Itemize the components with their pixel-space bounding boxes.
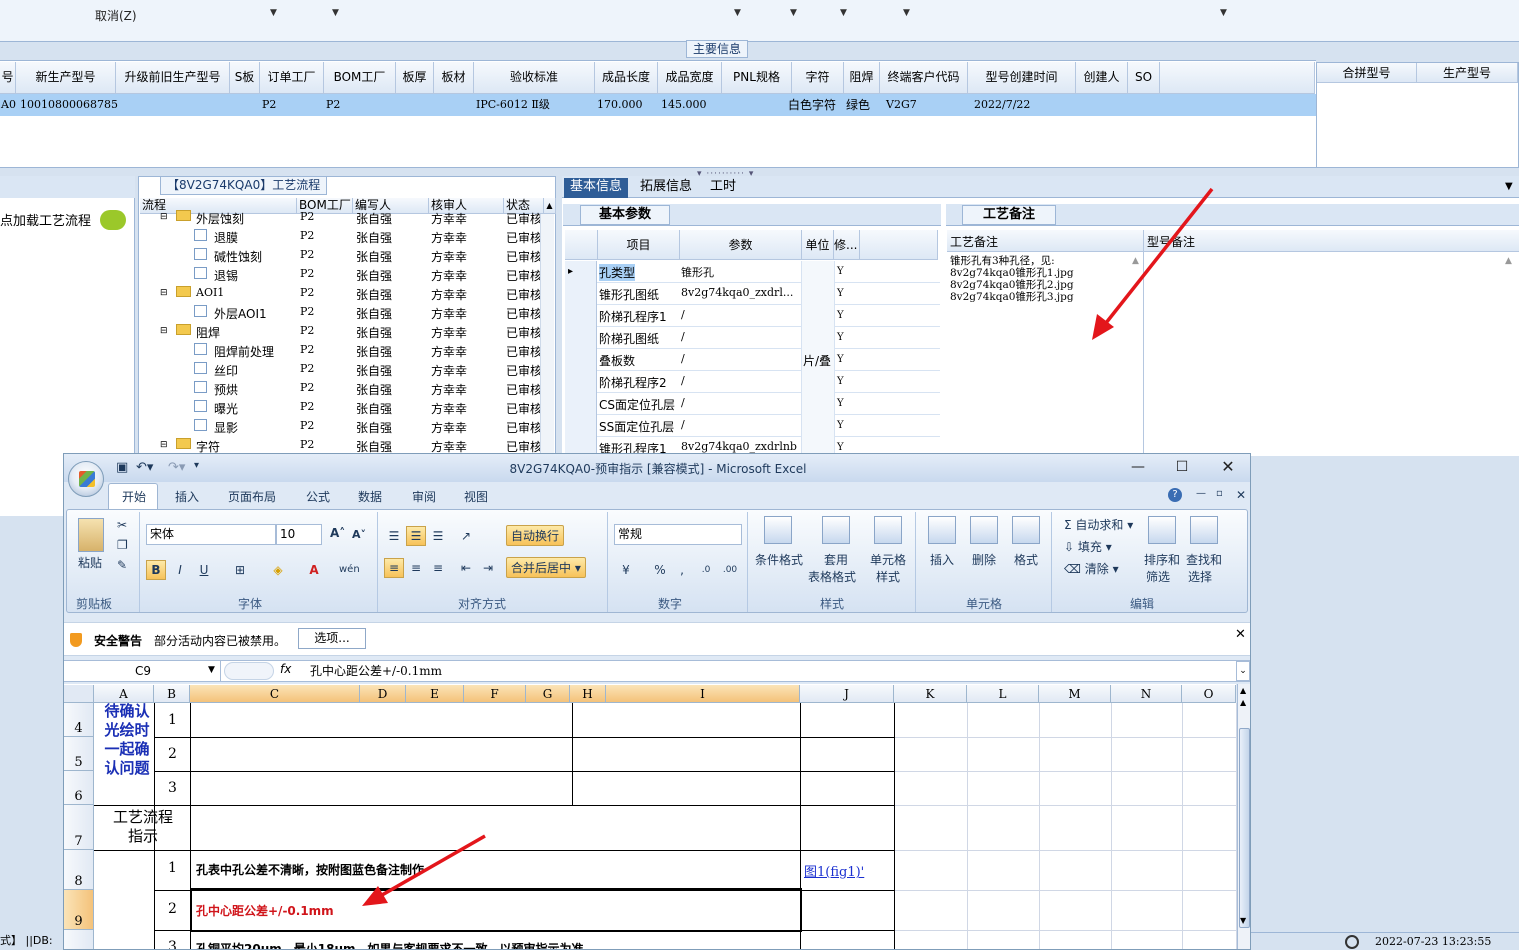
row-selector[interactable]	[565, 327, 597, 349]
param-name: CS面定位孔层	[599, 398, 675, 412]
param-name: SS面定位孔层	[599, 420, 675, 434]
scroll-up-icon[interactable]: ▲	[1240, 698, 1246, 707]
param-row[interactable]: 叠板数 / 片/叠 Y	[565, 349, 940, 371]
status-datetime: 2022-07-23 13:23:55	[1375, 935, 1492, 948]
param-value[interactable]: /	[681, 330, 799, 343]
param-name: 叠板数	[599, 354, 636, 368]
param-flag: Y	[837, 420, 844, 431]
cell-b4[interactable]: 1	[168, 712, 177, 728]
param-name: 阶梯孔图纸	[599, 332, 660, 346]
row-selector[interactable]	[565, 305, 597, 327]
param-row[interactable]: 阶梯孔程序2 / Y	[565, 371, 940, 393]
cell-b9[interactable]: 2	[168, 901, 177, 917]
param-name: 阶梯孔程序2	[599, 376, 667, 390]
expand-formula-icon[interactable]: ⌄	[1236, 661, 1250, 681]
row-selector[interactable]	[565, 283, 597, 305]
scroll-up-icon[interactable]: ▲	[1132, 256, 1139, 266]
process-note-text[interactable]: 锥形孔有3种孔径，见: 8v2g74kqa0锥形孔1.jpg 8v2g74kqa…	[950, 255, 1074, 303]
scroll-up-icon[interactable]: ▲	[1240, 686, 1246, 695]
param-value[interactable]: /	[681, 396, 799, 409]
cell-b5[interactable]: 2	[168, 746, 177, 762]
col-header[interactable]: 创建人	[1076, 62, 1128, 94]
cell-a7[interactable]: 工艺流程 指示	[99, 808, 187, 846]
scroll-up-icon[interactable]: ▲	[1505, 256, 1512, 266]
params-rows: ▸ 孔类型 锥形孔 Y 锥形孔图纸 8v2g74kqa0_zxdrl... Y 阶梯孔程序1 /…	[0, 0, 945, 455]
close-icon[interactable]: ✕	[1235, 627, 1246, 642]
param-row[interactable]: CS面定位孔层 / Y	[565, 393, 940, 415]
col-header[interactable]: SO	[1128, 62, 1160, 94]
col-header[interactable]: 型号备注	[1147, 233, 1195, 250]
param-name: 孔类型	[599, 264, 636, 281]
param-row[interactable]: 锥形孔图纸 8v2g74kqa0_zxdrl... Y	[565, 283, 940, 305]
cell-b6[interactable]: 3	[168, 780, 177, 796]
scroll-down-icon[interactable]: ▼	[1240, 916, 1246, 925]
param-flag: Y	[837, 310, 844, 321]
param-flag: Y	[837, 376, 844, 387]
param-flag: Y	[837, 288, 844, 299]
merge-model-grid: 合拼型号 生产型号	[1316, 62, 1519, 168]
param-value[interactable]: /	[681, 308, 799, 321]
cell-b10[interactable]: 3	[168, 939, 177, 949]
col-header[interactable]: 工艺备注	[950, 233, 998, 250]
notes-header: 工艺备注 型号备注	[947, 230, 1519, 252]
row-selector[interactable]	[565, 393, 597, 415]
param-value[interactable]: /	[681, 418, 799, 431]
status-bar: 2022-07-23 13:23:55	[1250, 932, 1519, 950]
row-selector[interactable]: ▸	[565, 261, 597, 283]
param-name: 阶梯孔程序1	[599, 310, 667, 324]
param-flag: Y	[837, 398, 844, 409]
row-selector[interactable]	[565, 349, 597, 371]
col-header[interactable]: 生产型号	[1417, 63, 1518, 83]
param-value[interactable]: /	[681, 352, 799, 365]
param-row[interactable]: ▸ 孔类型 锥形孔 Y	[565, 261, 940, 283]
param-row[interactable]: 阶梯孔程序1 / Y	[565, 305, 940, 327]
cell-c8[interactable]: 孔表中孔公差不清晰，按附图蓝色备注制作	[196, 861, 424, 878]
panel-menu-icon[interactable]: ▼	[1505, 181, 1513, 192]
clock-icon	[1345, 935, 1359, 949]
cell-j8-link[interactable]: 图1(fig1)'	[804, 861, 864, 880]
status-left: 式】 ||DB:	[0, 932, 62, 950]
dropdown-arrow-icon[interactable]: ▼	[1220, 8, 1227, 18]
scroll-thumb[interactable]	[1239, 728, 1250, 928]
param-value[interactable]: 8v2g74kqa0_zxdrlnb	[681, 440, 799, 453]
param-value[interactable]: 锥形孔	[681, 264, 799, 280]
param-flag: Y	[837, 354, 844, 365]
param-flag: Y	[837, 332, 844, 343]
row-selector[interactable]	[565, 371, 597, 393]
param-row[interactable]: 阶梯孔图纸 / Y	[565, 327, 940, 349]
excel-window: 8V2G74KQA0-预审指示 [兼容模式] - Microsoft Excel…	[63, 453, 1251, 950]
process-notes-title: 工艺备注	[962, 205, 1057, 225]
col-header[interactable]: 型号创建时间	[968, 62, 1076, 94]
param-flag: Y	[837, 442, 844, 453]
cell-a4[interactable]: 待确认 光绘时 一起确 认问题	[99, 702, 155, 778]
cell-c10[interactable]: 孔铜平均20um，最小18um，如果与客规要求不一致，以预审指示为准	[196, 940, 584, 949]
row-selector[interactable]	[565, 415, 597, 437]
param-flag: Y	[837, 266, 844, 277]
param-name: 锥形孔图纸	[599, 288, 660, 302]
param-value[interactable]: 8v2g74kqa0_zxdrl...	[681, 286, 799, 299]
col-header[interactable]: 合拼型号	[1317, 63, 1417, 83]
ribbon-close-icon[interactable]: ✕	[1236, 488, 1246, 502]
cell-c9[interactable]: 孔中心距公差+/-0.1mm	[196, 902, 334, 919]
cell-b8[interactable]: 1	[168, 860, 177, 876]
col-header-empty[interactable]	[1160, 62, 1315, 94]
param-unit: 片/叠	[803, 354, 832, 368]
param-row[interactable]: SS面定位孔层 / Y	[565, 415, 940, 437]
cell-created-time: 2022/7/22	[974, 98, 1031, 111]
param-value[interactable]: /	[681, 374, 799, 387]
